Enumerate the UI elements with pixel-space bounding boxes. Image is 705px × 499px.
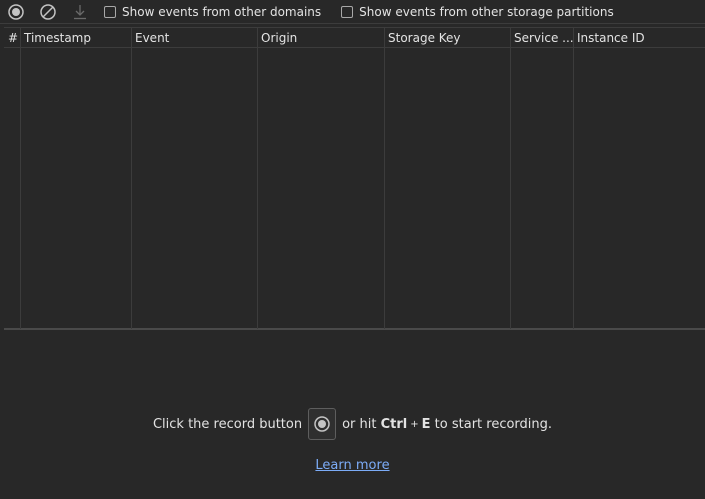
- column-divider[interactable]: [257, 28, 258, 329]
- column-divider[interactable]: [20, 28, 21, 329]
- column-header-index[interactable]: #: [4, 28, 20, 48]
- column-header-service[interactable]: Service ...: [510, 28, 573, 48]
- clear-icon: [40, 3, 56, 20]
- checkbox-box[interactable]: [341, 5, 354, 18]
- column-header-instance-id[interactable]: Instance ID: [573, 28, 705, 48]
- show-other-partitions-label: Show events from other storage partition…: [359, 4, 614, 19]
- column-divider[interactable]: [131, 28, 132, 329]
- column-divider[interactable]: [384, 28, 385, 329]
- empty-state-message: Click the record button or hit Ctrl + E …: [0, 408, 705, 440]
- empty-text-or-hit: or hit: [342, 416, 377, 432]
- column-header-storage-key[interactable]: Storage Key: [384, 28, 510, 48]
- download-icon: [74, 4, 86, 19]
- empty-state: Click the record button or hit Ctrl + E …: [0, 332, 705, 499]
- column-divider[interactable]: [510, 28, 511, 329]
- record-icon: [8, 3, 24, 20]
- grid-header: # Timestamp Event Origin Storage Key Ser…: [4, 28, 705, 48]
- column-header-origin[interactable]: Origin: [257, 28, 384, 48]
- record-button[interactable]: [0, 0, 32, 24]
- shortcut-plus: +: [410, 418, 419, 430]
- shortcut-key-ctrl: Ctrl: [380, 416, 408, 432]
- show-other-domains-label: Show events from other domains: [122, 4, 322, 19]
- shortcut-key-e: E: [421, 416, 431, 432]
- empty-text-before: Click the record button: [152, 416, 303, 432]
- column-divider[interactable]: [573, 28, 574, 329]
- record-icon: [314, 416, 330, 432]
- events-grid: # Timestamp Event Origin Storage Key Ser…: [4, 27, 705, 330]
- learn-more-container: Learn more: [0, 458, 705, 473]
- learn-more-link[interactable]: Learn more: [315, 458, 389, 473]
- show-other-partitions-checkbox[interactable]: Show events from other storage partition…: [335, 5, 614, 19]
- show-other-domains-checkbox[interactable]: Show events from other domains: [98, 5, 321, 19]
- inline-record-button[interactable]: [308, 408, 337, 440]
- download-button[interactable]: [64, 0, 96, 24]
- checkbox-box[interactable]: [104, 5, 116, 18]
- column-header-event[interactable]: Event: [131, 28, 257, 48]
- column-header-timestamp[interactable]: Timestamp: [20, 28, 131, 48]
- empty-text-after: to start recording.: [434, 416, 553, 432]
- clear-button[interactable]: [32, 0, 64, 24]
- toolbar: Show events from other domains Show even…: [0, 0, 705, 24]
